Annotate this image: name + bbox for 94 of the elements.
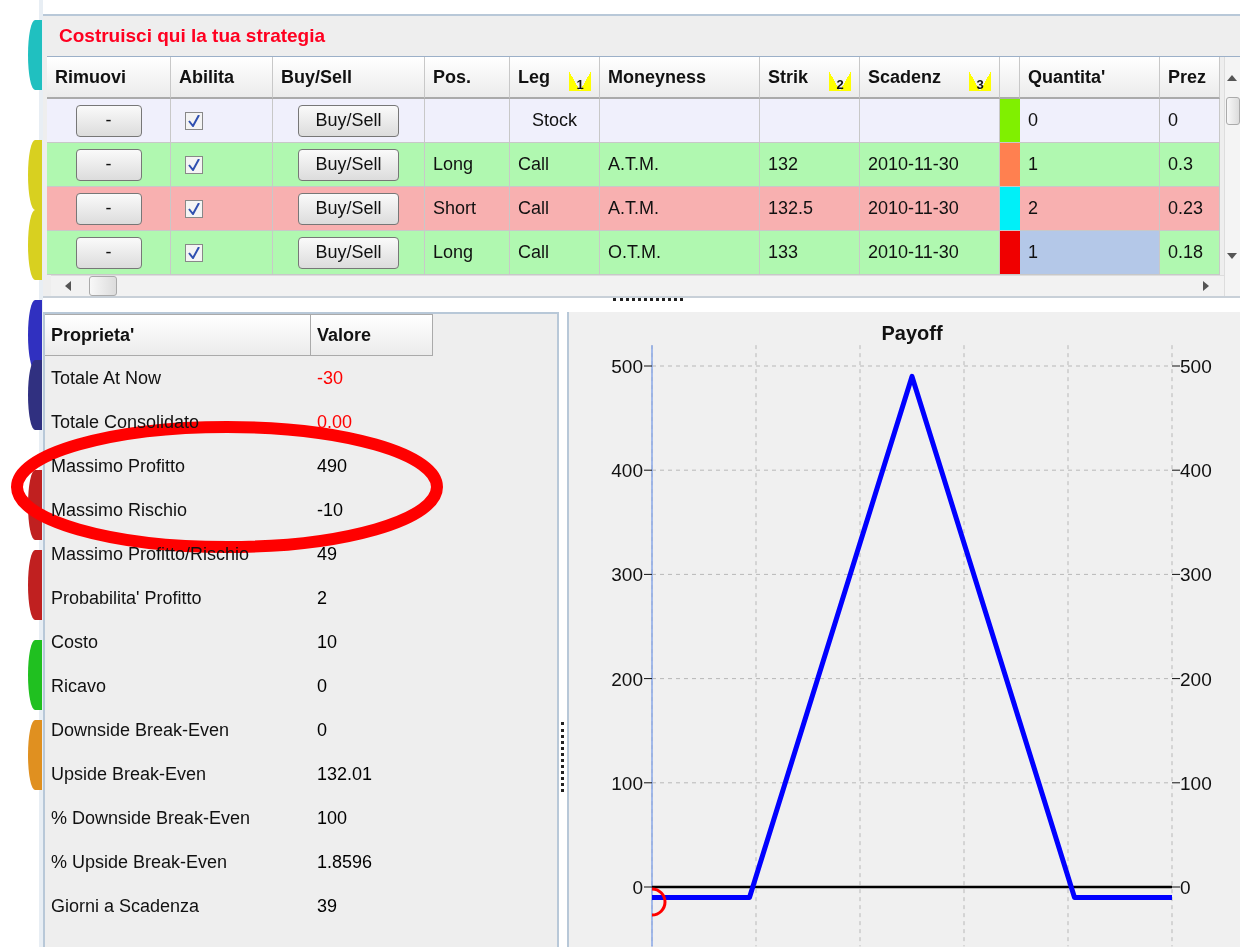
up-arrow-icon[interactable] [1226, 73, 1238, 83]
vertical-scrollbar[interactable] [1224, 57, 1240, 296]
remove-button[interactable]: - [75, 192, 142, 225]
left-arrow-icon[interactable] [63, 280, 73, 292]
property-name: % Upside Break-Even [50, 850, 229, 874]
property-value: 0 [316, 674, 328, 698]
panel-title: Costruisci qui la tua strategia [59, 25, 326, 47]
table-cell: 0 [1160, 99, 1220, 143]
tick-label: 300 [611, 564, 643, 586]
checkbox[interactable] [185, 155, 203, 174]
column-header[interactable]: Prez [1160, 57, 1220, 99]
down-arrow-icon[interactable] [1226, 251, 1238, 261]
column-header[interactable]: Quantita' [1020, 57, 1160, 99]
tick-label: 200 [611, 668, 643, 690]
tick-label: 300 [1180, 564, 1212, 586]
right-arrow-icon[interactable] [1201, 280, 1211, 292]
property-name: Giorni a Scadenza [50, 894, 201, 918]
table-cell: 2010-11-30 [860, 143, 1000, 187]
buy-sell-button[interactable]: Buy/Sell [298, 104, 399, 137]
table-cell[interactable]: 2 [1020, 187, 1160, 231]
column-header[interactable]: Valore [311, 314, 433, 356]
side-tab[interactable] [28, 550, 42, 620]
checkbox[interactable] [185, 199, 203, 218]
table-cell: Long [425, 143, 510, 187]
property-name: Costo [50, 630, 100, 654]
table-cell: Call [510, 187, 600, 231]
side-tab[interactable] [28, 360, 42, 430]
property-name: Massimo Rischio [50, 498, 189, 522]
property-value: 100 [316, 806, 349, 830]
table-cell: A.T.M. [600, 187, 760, 231]
column-header[interactable]: Buy/Sell [273, 57, 425, 99]
table-cell: 2010-11-30 [860, 231, 1000, 275]
tick-label: 400 [611, 460, 643, 482]
table-cell: O.T.M. [600, 231, 760, 275]
splitter-grip[interactable] [561, 722, 564, 792]
scroll-thumb[interactable] [1226, 97, 1240, 125]
column-header[interactable]: Abilita [171, 57, 273, 99]
table-cell: 2010-11-30 [860, 187, 1000, 231]
property-value: -10 [316, 498, 344, 522]
table-cell: Call [510, 143, 600, 187]
remove-button[interactable]: - [75, 104, 142, 137]
table-cell: Long [425, 231, 510, 275]
table-cell: Stock [510, 99, 600, 143]
table-cell: Short [425, 187, 510, 231]
property-value: 49 [316, 542, 339, 566]
tick-label: 0 [1180, 877, 1191, 898]
property-value: 132.01 [316, 762, 374, 786]
tick-label: 400 [1180, 460, 1212, 482]
chart-title: Payoff [881, 322, 943, 344]
property-name: Probabilita' Profitto [50, 586, 203, 610]
property-value: 39 [316, 894, 339, 918]
property-value: 0 [316, 718, 328, 742]
remove-button[interactable]: - [75, 148, 142, 181]
property-value: 2 [316, 586, 328, 610]
column-header[interactable]: Rimuovi [47, 57, 171, 99]
tick-label: 200 [1180, 668, 1212, 690]
property-value: 10 [316, 630, 339, 654]
buy-sell-button[interactable]: Buy/Sell [298, 148, 399, 181]
property-name: % Downside Break-Even [50, 806, 252, 830]
property-name: Ricavo [50, 674, 108, 698]
property-name: Downside Break-Even [50, 718, 231, 742]
property-value: 1.8596 [316, 850, 374, 874]
property-value: -30 [316, 366, 344, 390]
table-cell: A.T.M. [600, 143, 760, 187]
horizontal-scrollbar[interactable] [51, 275, 1224, 296]
property-name: Massimo Profitto [50, 454, 187, 478]
table-cell: 0.23 [1160, 187, 1220, 231]
table-cell: Call [510, 231, 600, 275]
tick-label: 500 [1180, 356, 1212, 377]
property-name: Totale At Now [50, 366, 163, 390]
buy-sell-button[interactable]: Buy/Sell [298, 236, 399, 269]
checkbox[interactable] [185, 243, 203, 262]
column-header[interactable]: Moneyness [600, 57, 760, 99]
column-header[interactable]: Proprieta' [45, 314, 311, 356]
table-cell: 0.18 [1160, 231, 1220, 275]
table-cell: 132.5 [760, 187, 860, 231]
table-cell: 133 [760, 231, 860, 275]
table-cell[interactable]: 1 [1020, 231, 1160, 275]
table-cell: 0.3 [1160, 143, 1220, 187]
checkbox[interactable] [185, 111, 203, 130]
tick-label: 0 [632, 877, 643, 898]
property-value: 0.00 [316, 410, 354, 434]
property-value: 490 [316, 454, 349, 478]
table-cell[interactable]: 0 [1020, 99, 1160, 143]
remove-button[interactable]: - [75, 236, 142, 269]
tick-label: 100 [1180, 772, 1212, 794]
column-header[interactable]: Pos. [425, 57, 510, 99]
tick-label: 100 [611, 772, 643, 794]
tick-label: 500 [611, 356, 643, 377]
buy-sell-button[interactable]: Buy/Sell [298, 192, 399, 225]
property-name: Upside Break-Even [50, 762, 208, 786]
scroll-thumb[interactable] [89, 276, 117, 296]
table-cell: 132 [760, 143, 860, 187]
table-cell[interactable]: 1 [1020, 143, 1160, 187]
